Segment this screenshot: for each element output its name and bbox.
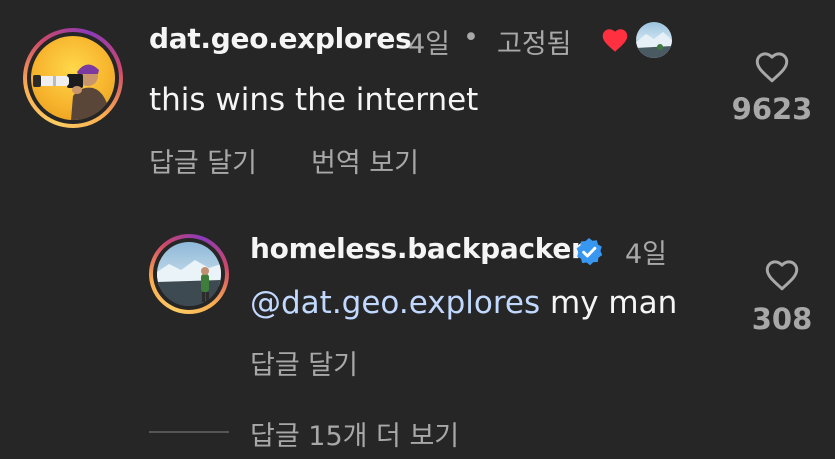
heart-filled-icon <box>602 29 628 52</box>
mention-link[interactable]: @dat.geo.explores <box>250 285 540 321</box>
like-count: 9623 <box>731 92 813 126</box>
reply-text: @dat.geo.explores my man <box>250 285 677 321</box>
heart-outline-icon[interactable] <box>752 48 792 84</box>
glacier-photo <box>157 242 221 306</box>
pinned-label: 고정됨 <box>497 29 572 60</box>
reply-button[interactable]: 답글 달기 <box>149 141 257 180</box>
verified-badge-icon <box>576 238 603 266</box>
reply-avatar[interactable] <box>149 234 229 314</box>
reply-like-count: 308 <box>751 302 813 336</box>
reply-to-reply-button[interactable]: 답글 달기 <box>250 343 358 382</box>
view-more-divider <box>149 431 229 433</box>
meta-separator: • <box>463 22 479 53</box>
comment-text: this wins the internet <box>149 82 479 118</box>
reply-timestamp: 4일 <box>625 239 668 270</box>
reply-message: my man <box>540 285 678 321</box>
reply-username[interactable]: homeless.backpacker <box>250 232 585 265</box>
heart-outline-icon[interactable] <box>762 256 802 292</box>
comment-timestamp: 4일 <box>408 29 451 60</box>
view-more-replies-button[interactable]: 답글 15개 더 보기 <box>250 414 459 453</box>
author-mini-avatar <box>636 22 672 58</box>
comment-avatar[interactable] <box>23 28 123 128</box>
photographer-photo <box>31 36 115 120</box>
comments-panel: dat.geo.explores 4일 • 고정됨 this wins the … <box>0 0 835 459</box>
comment-username[interactable]: dat.geo.explores <box>149 22 412 55</box>
see-translation-button[interactable]: 번역 보기 <box>311 141 419 180</box>
